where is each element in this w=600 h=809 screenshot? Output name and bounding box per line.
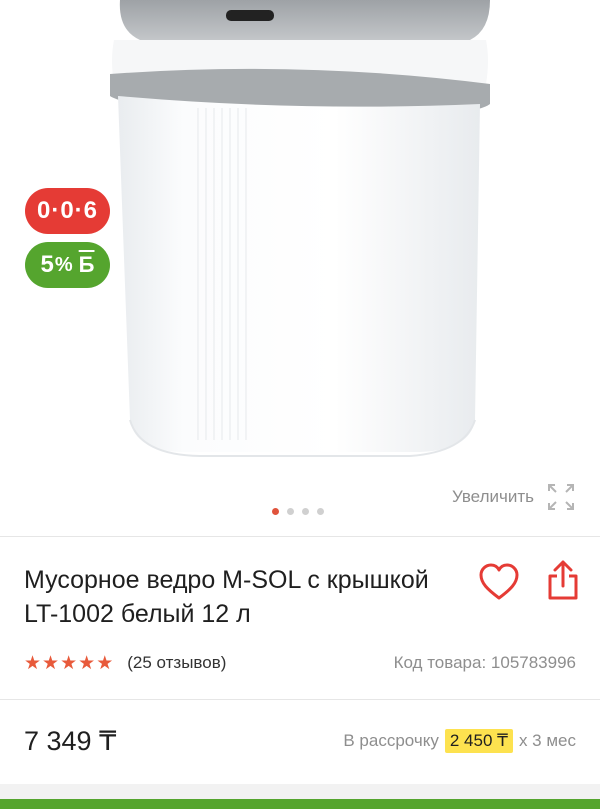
installment-info: В рассрочку 2 450 ₸ х 3 мес [343, 729, 576, 753]
star-icon: ★ [78, 652, 96, 674]
pagination-dot[interactable] [302, 508, 309, 515]
installment-prefix: В рассрочку [343, 731, 439, 750]
product-image[interactable] [0, 0, 600, 470]
pagination-dot[interactable] [287, 508, 294, 515]
product-gallery[interactable]: 0·0·6 5% Б Увеличить [0, 0, 600, 536]
share-icon[interactable] [546, 559, 580, 601]
product-sku: Код товара: 105783996 [393, 653, 576, 672]
installment-amount: 2 450 ₸ [444, 729, 513, 753]
heart-icon[interactable] [478, 562, 520, 602]
product-title: Мусорное ведро M-SOL с крышкой LT-1002 б… [24, 566, 429, 628]
rating-stars: ★ ★ ★ ★ ★ [24, 654, 113, 673]
installment-badge-label: 0·0·6 [36, 197, 99, 224]
section-separator [0, 784, 600, 799]
installment-suffix: х 3 мес [518, 731, 576, 750]
bonus-percent: % [54, 253, 73, 276]
pagination-dot[interactable] [317, 508, 324, 515]
pagination-dot-active[interactable] [272, 508, 279, 515]
expand-icon [548, 484, 574, 510]
bonus-badge: 5% Б [25, 242, 110, 288]
star-icon: ★ [60, 652, 78, 674]
gallery-pagination [272, 508, 324, 515]
price-row: 7 349 ₸ В рассрочку 2 450 ₸ х 3 мес [24, 722, 576, 760]
bonus-letter: Б [78, 252, 95, 277]
installment-badge: 0·0·6 [25, 188, 110, 234]
zoom-label: Увеличить [452, 487, 534, 506]
star-icon: ★ [24, 652, 42, 674]
reviews-link[interactable]: (25 отзывов) [127, 653, 226, 673]
zoom-button[interactable]: Увеличить [452, 482, 576, 512]
bonus-value: 5 [40, 251, 54, 278]
divider [0, 699, 600, 700]
price: 7 349 ₸ [24, 725, 117, 756]
star-icon: ★ [42, 652, 60, 674]
bottom-bar[interactable] [0, 799, 600, 809]
star-icon: ★ [96, 652, 114, 674]
rating-row: ★ ★ ★ ★ ★ (25 отзывов) Код товара: 10578… [24, 650, 576, 676]
divider [0, 536, 600, 537]
